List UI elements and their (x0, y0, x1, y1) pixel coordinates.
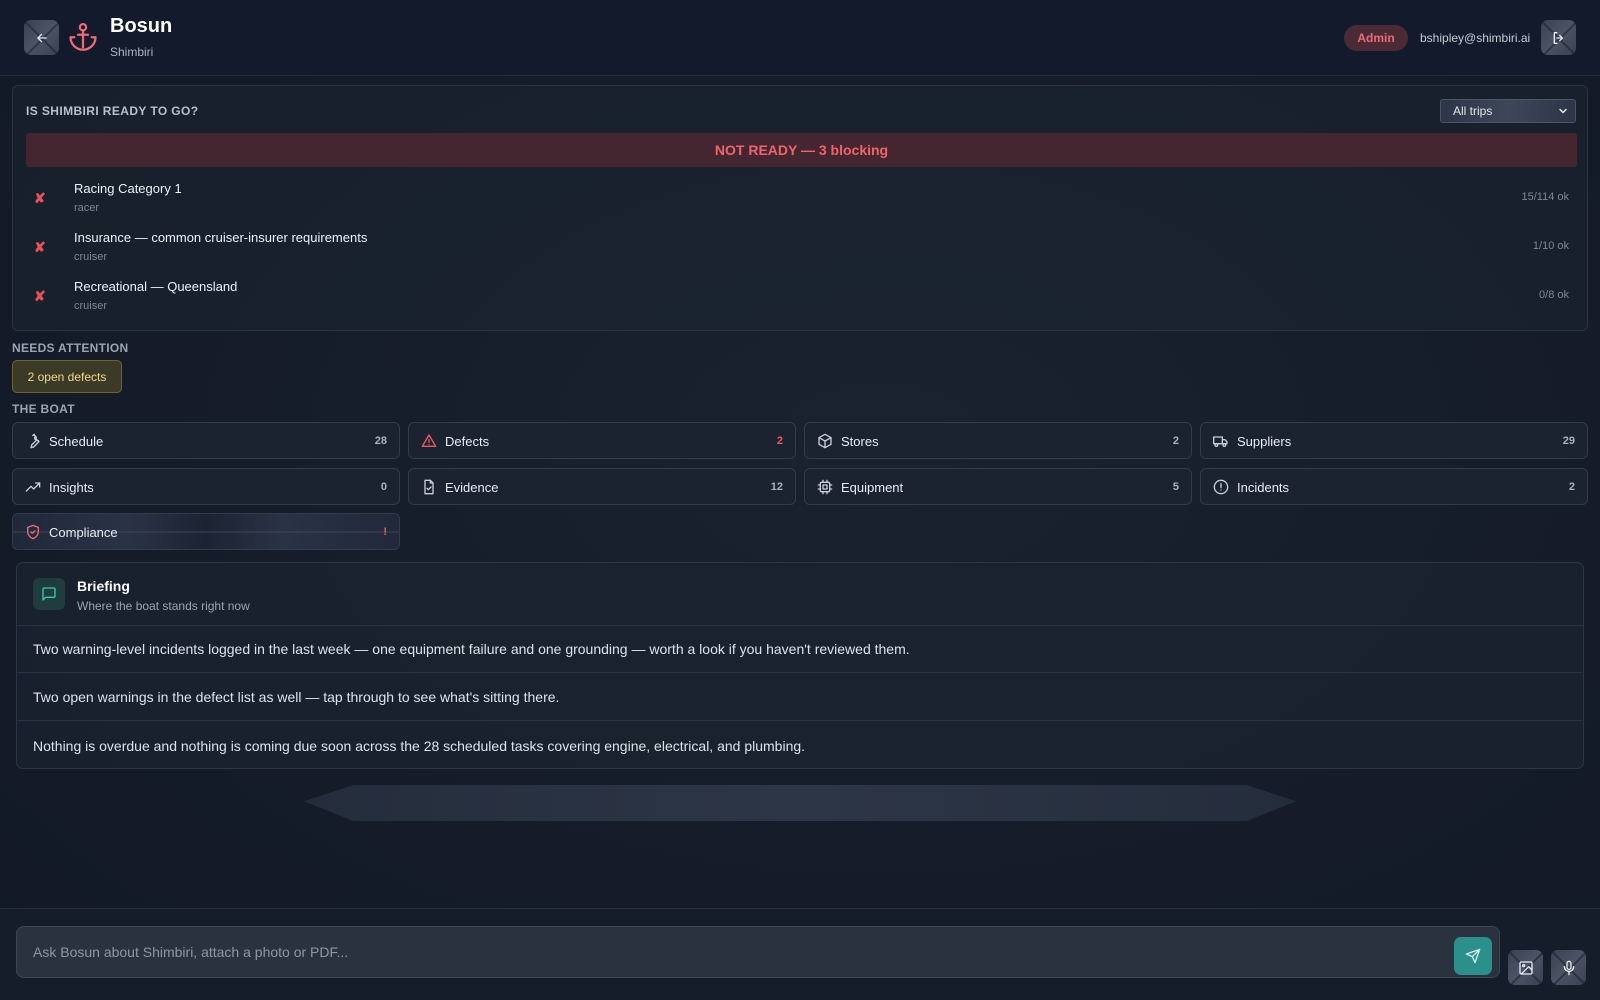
tile-label: Equipment (841, 480, 904, 495)
briefing-title: Briefing (77, 578, 130, 594)
attach-photo-button[interactable] (1508, 950, 1543, 985)
tile-equipment[interactable]: Equipment 5 (804, 468, 1192, 505)
fail-icon: ✘ (34, 239, 46, 255)
check-tag: cruiser (74, 300, 108, 312)
tile-stores[interactable]: Stores 2 (804, 422, 1192, 459)
check-row[interactable]: ✘ Racing Category 1 racer 15/114 ok (26, 179, 1577, 219)
alert-circle-icon (1213, 479, 1229, 495)
image-icon (1518, 960, 1533, 975)
document-check-icon (424, 479, 434, 495)
tile-insights[interactable]: Insights 0 (12, 468, 400, 505)
tile-label: Defects (445, 434, 490, 449)
user-email: bshipley@shimbiri.ai (1420, 31, 1531, 45)
tile-label: Schedule (49, 434, 104, 449)
readiness-card: IS SHIMBIRI READY TO GO? All trips NOT R… (12, 85, 1588, 331)
tile-count: 2 (1568, 481, 1575, 493)
tile-label: Stores (841, 434, 879, 449)
logout-button[interactable] (1541, 20, 1576, 55)
check-row[interactable]: ✘ Recreational — Queensland cruiser 0/8 … (26, 277, 1577, 317)
open-defects-chip[interactable]: 2 open defects (12, 360, 122, 393)
tile-count: 2 (776, 435, 783, 447)
briefing-card: Briefing Where the boat stands right now… (16, 562, 1584, 769)
chevron-down-icon (1559, 108, 1567, 114)
needs-attention-label: NEEDS ATTENTION (12, 341, 129, 355)
tile-count: ! (383, 526, 387, 538)
tile-count: 29 (1562, 435, 1575, 447)
tile-count: 2 (1172, 435, 1179, 447)
tile-count: 12 (770, 481, 783, 493)
check-name: Insurance — common cruiser-insurer requi… (74, 230, 368, 245)
tile-incidents[interactable]: Incidents 2 (1200, 468, 1588, 505)
wrench-icon (30, 433, 40, 449)
role-badge: Admin (1344, 25, 1408, 51)
readiness-heading: IS SHIMBIRI READY TO GO? (26, 104, 199, 118)
fail-icon: ✘ (34, 288, 46, 304)
check-name: Recreational — Queensland (74, 279, 238, 294)
tile-label: Suppliers (1237, 434, 1292, 449)
trip-filter-select[interactable]: All trips (1440, 99, 1576, 123)
check-count: 0/8 ok (1539, 289, 1569, 301)
top-bar: Bosun Shimbiri Admin bshipley@shimbiri.a… (0, 0, 1600, 76)
tile-label: Compliance (49, 525, 118, 540)
tile-label: Insights (49, 480, 94, 495)
check-row[interactable]: ✘ Insurance — common cruiser-insurer req… (26, 228, 1577, 268)
tile-suppliers[interactable]: Suppliers 29 (1200, 422, 1588, 459)
box-icon (818, 433, 832, 449)
briefing-line: Nothing is overdue and nothing is coming… (33, 737, 806, 754)
tile-count: 0 (380, 481, 387, 493)
send-button[interactable] (1454, 937, 1492, 975)
tile-count: 28 (374, 435, 387, 447)
check-tag: racer (74, 202, 100, 214)
check-count: 15/114 ok (1521, 191, 1569, 203)
tile-label: Evidence (445, 480, 499, 495)
logout-icon (1553, 31, 1563, 44)
briefing-line: Two open warnings in the defect list as … (17, 674, 1583, 721)
trip-filter-value: All trips (1453, 104, 1493, 118)
trending-up-icon (25, 482, 41, 492)
warning-triangle-icon (421, 434, 437, 447)
message-square-icon (42, 587, 56, 601)
tile-defects[interactable]: Defects 2 (408, 422, 796, 459)
status-banner: NOT READY — 3 blocking (26, 133, 1577, 167)
check-tag: cruiser (74, 251, 108, 263)
truck-icon (1213, 436, 1228, 447)
boat-name: Shimbiri (110, 45, 154, 59)
app-title: Bosun (110, 15, 173, 37)
fail-icon: ✘ (34, 190, 46, 206)
tile-evidence[interactable]: Evidence 12 (408, 468, 796, 505)
tile-compliance[interactable]: Compliance ! (12, 513, 400, 550)
tile-label: Incidents (1237, 480, 1290, 495)
tile-count: 5 (1172, 481, 1179, 493)
chat-input[interactable]: Ask Bosun about Shimbiri, attach a photo… (16, 926, 1500, 978)
briefing-subtitle: Where the boat stands right now (77, 599, 250, 613)
briefing-icon-box (33, 578, 65, 610)
microphone-button[interactable] (1551, 950, 1586, 985)
loading-placeholder (304, 785, 1296, 821)
check-name: Racing Category 1 (74, 181, 182, 196)
the-boat-label: THE BOAT (12, 402, 75, 416)
anchor-icon (69, 23, 97, 51)
cpu-icon (817, 479, 833, 495)
check-count: 1/10 ok (1532, 240, 1569, 252)
send-icon (1465, 948, 1481, 964)
briefing-header: Briefing Where the boat stands right now (17, 563, 1583, 626)
shield-check-icon (27, 524, 39, 540)
chat-input-placeholder: Ask Bosun about Shimbiri, attach a photo… (33, 944, 349, 960)
briefing-line: Two warning-level incidents logged in th… (17, 626, 1583, 673)
microphone-icon (1563, 960, 1574, 975)
tile-schedule[interactable]: Schedule 28 (12, 422, 400, 459)
arrow-left-icon (36, 33, 47, 42)
back-button[interactable] (24, 20, 59, 55)
